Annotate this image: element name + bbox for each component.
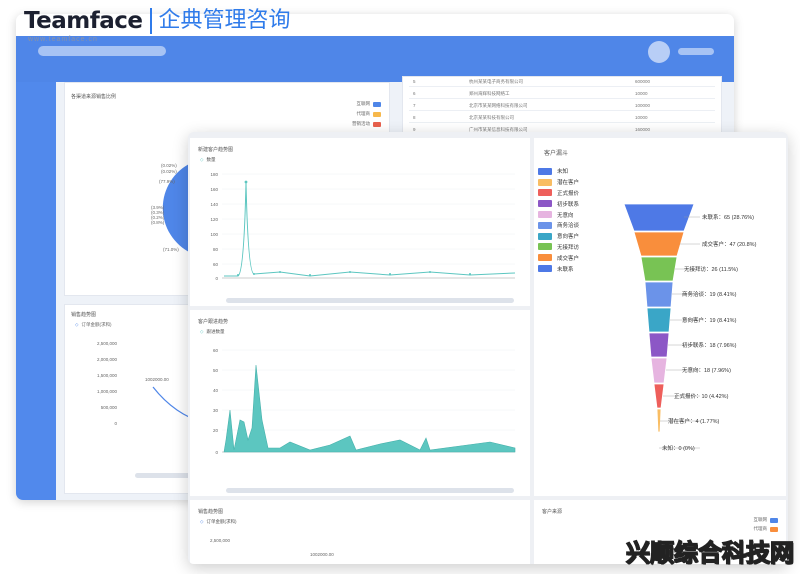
legend-swatch xyxy=(770,526,778,532)
table-cell: 600000 xyxy=(635,79,651,84)
table-cell: 10000 xyxy=(635,91,648,96)
brand-logo: Teamface www.teamface.cn 企典管理咨询 xyxy=(24,8,291,48)
pie-label: (0.02%) xyxy=(161,163,177,168)
table-cell: 8 xyxy=(413,115,416,120)
table-cell: 5 xyxy=(413,79,416,84)
table-cell: 7 xyxy=(413,103,416,108)
sales-trend-card: 销售趋势图 ◇ 订单金额(求和) 2,500,000 1002000.00 xyxy=(190,500,530,564)
y-tick: 500,000 xyxy=(101,405,118,410)
brand-url: www.teamface.cn xyxy=(28,36,98,43)
user-name[interactable] xyxy=(678,48,714,55)
brand-tagline: 企典管理咨询 xyxy=(158,8,291,33)
funnel-stage xyxy=(623,203,695,232)
y-tick: 120 xyxy=(210,217,218,222)
y-tick: 180 xyxy=(210,172,218,177)
table-cell: 杭州某某电子商务有限公司 xyxy=(469,78,523,84)
funnel-label: 未知：0 (0%) xyxy=(662,444,695,452)
pie-label: (0.8%) xyxy=(151,220,165,225)
y-tick: 60 xyxy=(213,348,219,353)
y-tick: 2,500,000 xyxy=(210,538,231,543)
y-tick: 0 xyxy=(114,421,117,426)
new-customer-trend-card: 新建客户趋势图 ◇ 数量 180 160 140 120 100 80 60 0 xyxy=(190,138,530,306)
funnel-label: 商务洽谈：19 (8.41%) xyxy=(682,290,737,298)
y-tick: 20 xyxy=(213,428,219,433)
series-line xyxy=(224,181,516,277)
legend-item: ◇ 订单金额(求和) xyxy=(200,519,236,525)
legend-item: 代理商 xyxy=(753,526,778,532)
funnel-label: 成交客户：47 (20.8%) xyxy=(702,240,757,248)
table-cell: 100000 xyxy=(635,103,651,108)
table-cell: 北京某某科技有限公司 xyxy=(469,114,514,120)
table-cell: 10000 xyxy=(635,115,648,120)
funnel-stage xyxy=(633,231,685,257)
table-row[interactable]: 5 杭州某某电子商务有限公司 600000 xyxy=(409,77,715,87)
front-dashboard-window: 新建客户趋势图 ◇ 数量 180 160 140 120 100 80 60 0 … xyxy=(188,132,788,564)
y-tick: 140 xyxy=(210,202,218,207)
legend-swatch xyxy=(770,517,778,523)
table-row[interactable]: 6 郑州海辉科技网络工 10000 xyxy=(409,89,715,99)
y-tick: 50 xyxy=(213,368,219,373)
funnel-stage xyxy=(656,408,662,433)
y-tick: 1,500,000 xyxy=(97,373,118,378)
funnel-stage xyxy=(644,281,674,308)
table-cell: 郑州海辉科技网络工 xyxy=(469,90,510,96)
funnel-stage xyxy=(648,332,670,358)
legend-label: 订单金额(求和) xyxy=(206,519,237,524)
table-cell: 北京市某某网络科技有限公司 xyxy=(469,102,528,108)
pie-label: (71.0%) xyxy=(163,247,179,252)
funnel-label: 潜在客户：4 (1.77%) xyxy=(668,417,720,425)
data-label: 1002000.00 xyxy=(310,552,334,557)
pie-label: (77.9%) xyxy=(159,179,175,184)
y-tick: 160 xyxy=(210,187,218,192)
sidebar xyxy=(16,82,56,500)
y-tick: 100 xyxy=(210,232,218,237)
brand-separator xyxy=(150,8,153,34)
table-row[interactable]: 8 北京某某科技有限公司 10000 xyxy=(409,113,715,123)
funnel-stage xyxy=(653,383,665,409)
followup-trend-card: 客户跟进趋势 ◇ 跟进数量 60 50 40 30 20 0 xyxy=(190,310,530,496)
legend-line-icon: ◇ xyxy=(200,519,204,524)
pie-label: (0.02%) xyxy=(161,169,177,174)
y-tick: 40 xyxy=(213,388,219,393)
funnel-stage xyxy=(640,256,678,282)
card-title: 客户来源 xyxy=(542,509,563,515)
y-tick: 2,500,000 xyxy=(97,341,118,346)
funnel-label: 无接拜访：26 (11.5%) xyxy=(684,265,738,273)
y-tick: 80 xyxy=(213,247,219,252)
legend-label: 代理商 xyxy=(753,526,768,531)
chart-scrollbar[interactable] xyxy=(226,298,514,303)
funnel-stage xyxy=(646,307,672,333)
followup-area-chart: 60 50 40 30 20 0 xyxy=(213,348,516,455)
funnel-stage xyxy=(650,357,668,384)
y-tick: 0 xyxy=(215,276,218,281)
funnel-label: 未联系：65 (28.76%) xyxy=(702,213,754,221)
series-area xyxy=(223,364,516,453)
funnel-label: 初步联系：18 (7.96%) xyxy=(682,341,737,349)
funnel-label: 意向客户：19 (8.41%) xyxy=(682,316,737,324)
data-label: 1002000.00 xyxy=(145,377,169,382)
y-tick: 30 xyxy=(213,408,219,413)
avatar[interactable] xyxy=(648,41,670,63)
y-tick: 60 xyxy=(213,262,219,267)
legend-item: 互联网 xyxy=(753,517,778,523)
watermark-text: 兴顺综合科技网 xyxy=(625,538,794,567)
y-tick: 1,000,000 xyxy=(97,389,118,394)
legend-label: 互联网 xyxy=(753,517,768,522)
chart-scrollbar[interactable] xyxy=(226,488,514,493)
table-cell: 6 xyxy=(413,91,416,96)
y-tick: 0 xyxy=(215,450,218,455)
customer-funnel-card: 客户漏斗 未知 潜在客户 正式报价 初步联系 无意向 商务洽谈 意向客户 无接拜… xyxy=(534,138,786,496)
brand-name: Teamface xyxy=(24,8,143,34)
card-title: 销售趋势图 xyxy=(198,509,224,515)
y-tick: 2,000,000 xyxy=(97,357,118,362)
funnel-label: 正式报价：10 (4.42%) xyxy=(674,392,729,400)
new-customer-line-chart: 180 160 140 120 100 80 60 0 xyxy=(210,172,516,281)
table-row[interactable]: 7 北京市某某网络科技有限公司 100000 xyxy=(409,101,715,111)
funnel-label: 无意向：18 (7.96%) xyxy=(682,366,731,374)
funnel-chart: 未联系：65 (28.76%) 成交客户：47 (20.8%) 无接拜访：26 … xyxy=(623,203,757,452)
